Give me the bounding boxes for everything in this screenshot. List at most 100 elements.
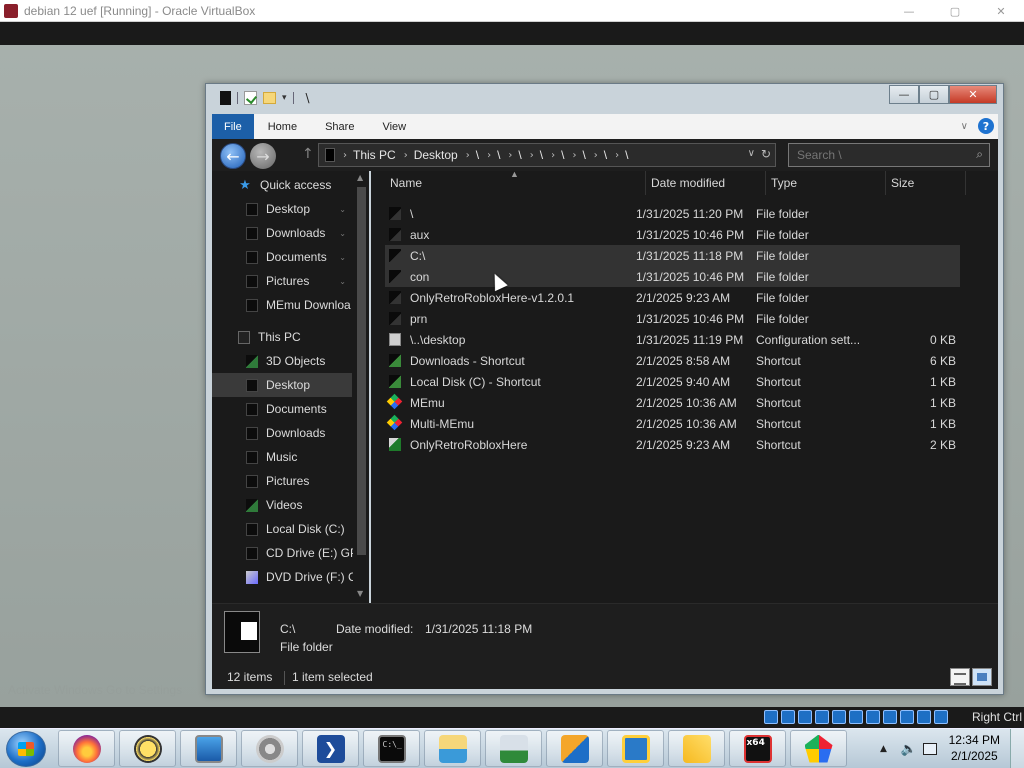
hard-disk-icon[interactable] <box>764 710 778 724</box>
file-row[interactable]: C:\ 1/31/2025 11:18 PM File folder <box>385 245 960 266</box>
sidebar-item-pictures[interactable]: Pictures <box>212 469 352 493</box>
volume-icon[interactable]: 🔈 <box>901 742 917 757</box>
sidebar-item-videos[interactable]: Videos <box>212 493 352 517</box>
breadcrumb-backslash[interactable]: \ <box>561 148 564 162</box>
taskbar-button-virtualbox[interactable] <box>546 730 603 767</box>
breadcrumb-backslash[interactable]: \ <box>518 148 521 162</box>
file-row[interactable]: \..\desktop 1/31/2025 11:19 PM Configurati… <box>385 329 960 350</box>
breadcrumb-backslash[interactable]: \ <box>497 148 500 162</box>
explorer-titlebar[interactable]: ▾ \ — ▢ ✕ <box>206 84 1003 112</box>
search-icon[interactable]: ⌕ <box>976 147 983 162</box>
breadcrumb-separator[interactable]: › <box>530 150 534 161</box>
network-icon[interactable] <box>923 743 938 755</box>
breadcrumb-separator[interactable]: › <box>615 150 619 161</box>
search-box[interactable]: ⌕ <box>788 143 990 167</box>
navigation-pane-scrollbar[interactable]: ▲ ▼ <box>353 171 369 603</box>
taskbar-button-cmd[interactable]: C:\_ <box>363 730 420 767</box>
sidebar-item-pictures[interactable]: Pictures ⌄ <box>212 269 352 293</box>
address-dropdown-icon[interactable]: ∨ <box>748 148 755 159</box>
expand-ribbon-icon[interactable]: ∨ <box>961 121 968 132</box>
sidebar-item-3d-objects[interactable]: 3D Objects <box>212 349 352 373</box>
recording-icon[interactable] <box>883 710 897 724</box>
breadcrumb-backslash[interactable]: \ <box>476 148 479 162</box>
sidebar-item-music[interactable]: Music <box>212 445 352 469</box>
file-row[interactable]: OnlyRetroRobloxHere 2/1/2025 9:23 AM Short… <box>385 434 960 455</box>
scroll-down-icon[interactable]: ▼ <box>357 589 363 598</box>
column-size[interactable]: Size <box>886 171 966 195</box>
breadcrumb-backslash[interactable]: \ <box>625 148 628 162</box>
start-button[interactable] <box>6 731 46 767</box>
taskbar-button-firefox[interactable] <box>58 730 115 767</box>
taskbar-button-bee[interactable] <box>119 730 176 767</box>
scrollbar-thumb[interactable] <box>357 187 366 555</box>
pin-icon[interactable]: ⌄ <box>339 229 346 238</box>
large-icons-view-button[interactable] <box>972 668 992 686</box>
maximize-button[interactable]: ▢ <box>919 85 949 104</box>
file-row[interactable]: Local Disk (C) - Shortcut 2/1/2025 9:40 A… <box>385 371 960 392</box>
optical-drive-icon[interactable] <box>781 710 795 724</box>
show-hidden-icons-icon[interactable]: ▲ <box>880 744 887 754</box>
keyboard-icon[interactable] <box>934 710 948 724</box>
file-row[interactable]: MEmu 2/1/2025 10:36 AM Shortcut 1 KB <box>385 392 960 413</box>
breadcrumb-backslash[interactable]: \ <box>540 148 543 162</box>
sidebar-item-dvd-drive-f-ca[interactable]: DVD Drive (F:) Ca <box>212 565 363 589</box>
back-button[interactable]: ← <box>220 143 246 169</box>
properties-icon[interactable] <box>244 91 257 105</box>
taskbar-button-x64-debugger[interactable]: x64 <box>729 730 786 767</box>
mouse-integration-icon[interactable] <box>917 710 931 724</box>
forward-button[interactable]: → <box>250 143 276 169</box>
breadcrumb-this-pc[interactable]: This PC <box>353 148 396 162</box>
breadcrumb-separator[interactable]: › <box>594 150 598 161</box>
host-key-label[interactable]: Right Ctrl <box>972 710 1022 724</box>
taskbar-button-monitor[interactable] <box>180 730 237 767</box>
taskbar-button-memu[interactable] <box>790 730 847 767</box>
up-button[interactable]: ↑ <box>302 146 314 162</box>
taskbar-button-visual-studio[interactable] <box>607 730 664 767</box>
sidebar-item-documents[interactable]: Documents <box>212 397 352 421</box>
vbox-maximize-button[interactable]: ▢ <box>932 0 978 22</box>
file-row[interactable]: Downloads - Shortcut 2/1/2025 8:58 AM Shor… <box>385 350 960 371</box>
file-row[interactable]: prn 1/31/2025 10:46 PM File folder <box>385 308 960 329</box>
sidebar-item-memu-downloa[interactable]: MEmu Downloa <box>212 293 352 317</box>
breadcrumb-separator[interactable]: › <box>508 150 512 161</box>
vbox-close-button[interactable]: ✕ <box>978 0 1024 22</box>
breadcrumb-separator[interactable]: › <box>487 150 491 161</box>
audio-icon[interactable] <box>798 710 812 724</box>
pin-icon[interactable]: ⌄ <box>339 253 346 262</box>
sidebar-item-local-disk-c[interactable]: Local Disk (C:) <box>212 517 352 541</box>
breadcrumb-separator[interactable]: › <box>572 150 576 161</box>
sidebar-item-downloads[interactable]: Downloads <box>212 421 352 445</box>
sidebar-item-desktop[interactable]: Desktop ⌄ <box>212 197 352 221</box>
sidebar-item-cd-drive-e-gpa[interactable]: CD Drive (E:) GPa <box>212 541 365 565</box>
taskbar-button-arrows[interactable] <box>668 730 725 767</box>
pin-icon[interactable]: ⌄ <box>339 205 346 214</box>
tab-file[interactable]: File <box>212 114 254 139</box>
minimize-button[interactable]: — <box>889 85 919 104</box>
sidebar-item-desktop[interactable]: Desktop <box>212 373 352 397</box>
scroll-up-icon[interactable]: ▲ <box>357 173 363 182</box>
file-row[interactable]: con 1/31/2025 10:46 PM File folder <box>385 266 960 287</box>
breadcrumb-backslash[interactable]: \ <box>604 148 607 162</box>
breadcrumb-separator[interactable]: › <box>404 150 408 161</box>
tab-share[interactable]: Share <box>311 114 368 139</box>
show-desktop-button[interactable] <box>1010 729 1024 768</box>
taskbar-button-powershell[interactable]: ❯ <box>302 730 359 767</box>
file-row[interactable]: \ 1/31/2025 11:20 PM File folder <box>385 203 960 224</box>
customize-qat-icon[interactable]: ▾ <box>282 93 287 103</box>
file-row[interactable]: OnlyRetroRobloxHere-v1.2.0.1 2/1/2025 9:2… <box>385 287 960 308</box>
search-input[interactable] <box>797 148 967 162</box>
shared-folder-icon[interactable] <box>849 710 863 724</box>
breadcrumb-separator[interactable]: › <box>466 150 470 161</box>
network-icon[interactable] <box>815 710 829 724</box>
sidebar-item-documents[interactable]: Documents ⌄ <box>212 245 352 269</box>
taskbar-button-tank[interactable] <box>485 730 542 767</box>
sidebar-item-this-pc[interactable]: This PC <box>212 325 352 349</box>
address-bar[interactable]: › This PC › Desktop › \ › \ › \ › \ › \ … <box>318 143 776 167</box>
taskbar-button-gear[interactable] <box>241 730 298 767</box>
breadcrumb-backslash[interactable]: \ <box>582 148 585 162</box>
details-view-button[interactable] <box>950 668 970 686</box>
sidebar-item-downloads[interactable]: Downloads ⌄ <box>212 221 352 245</box>
tab-view[interactable]: View <box>368 114 420 139</box>
file-row[interactable]: Multi-MEmu 2/1/2025 10:36 AM Shortcut 1 KB <box>385 413 960 434</box>
breadcrumb-separator[interactable]: › <box>551 150 555 161</box>
